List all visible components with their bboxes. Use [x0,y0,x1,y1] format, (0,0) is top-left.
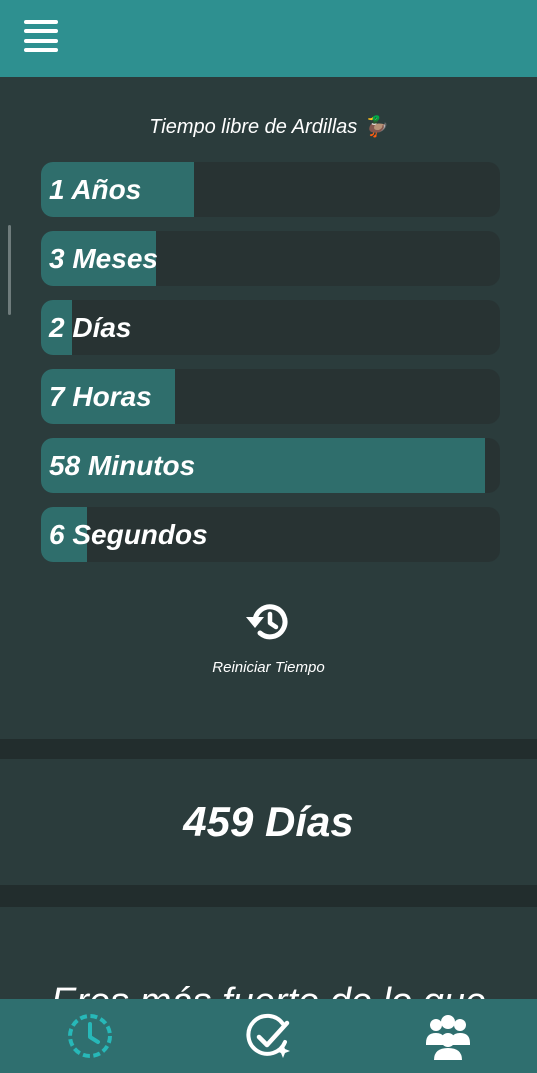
history-icon[interactable] [243,596,295,648]
users-icon[interactable] [418,1006,478,1066]
progress-bar-years: 1 Años [41,162,500,217]
progress-label: 2 Días [49,311,132,343]
progress-bar-minutes: 58 Minutos [41,438,500,493]
hamburger-menu-icon[interactable] [24,20,58,52]
progress-bar-hours: 7 Horas [41,369,500,424]
progress-label: 1 Años [49,173,142,205]
progress-label: 6 Segundos [49,518,208,550]
top-app-bar [0,0,537,77]
progress-label: 58 Minutos [49,449,196,481]
progress-bar-months: 3 Meses [41,231,500,286]
scrollbar[interactable] [8,225,11,315]
total-days-card: 459 Días [0,759,537,885]
clock-icon[interactable] [60,1006,120,1066]
total-days: 459 Días [183,798,354,845]
progress-label: 7 Horas [49,380,152,412]
section-divider [0,739,537,759]
progress-bar-days: 2 Días [41,300,500,355]
reset-timer: Reiniciar Tiempo [0,596,537,676]
reset-label[interactable]: Reiniciar Tiempo [0,659,537,676]
section-divider [0,885,537,907]
bottom-navigation [0,999,537,1073]
progress-bar-seconds: 6 Segundos [41,507,500,562]
timer-subtitle: Tiempo libre de Ardillas 🦆 [149,116,388,138]
check-sparkle-icon[interactable] [239,1006,299,1066]
progress-label: 3 Meses [49,242,158,274]
